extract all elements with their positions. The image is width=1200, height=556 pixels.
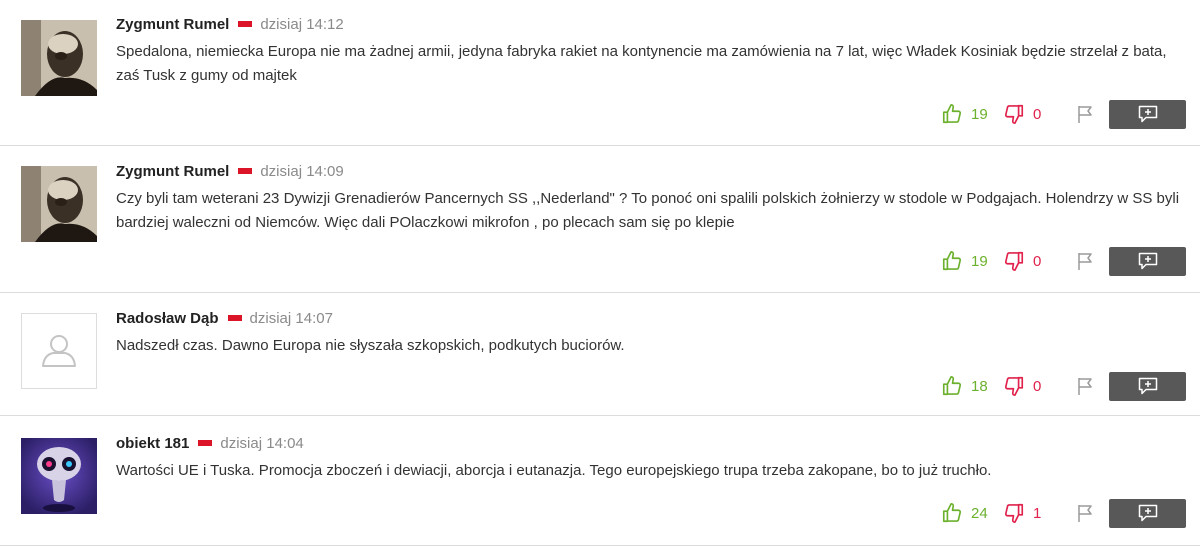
report-button[interactable] [1075, 104, 1109, 124]
author-name[interactable]: Zygmunt Rumel [116, 163, 229, 180]
user-placeholder-icon [22, 314, 96, 388]
author-name[interactable]: Radosław Dąb [116, 310, 219, 327]
dislike-count: 1 [1033, 504, 1042, 522]
flag-icon [1078, 106, 1092, 123]
comment-time: dzisiaj 14:07 [249, 310, 333, 327]
flag-icon [1078, 378, 1092, 395]
poland-flag-icon [238, 21, 253, 28]
dislike-button[interactable]: 0 [1003, 250, 1075, 272]
report-button[interactable] [1075, 376, 1109, 396]
comment-actions: 19 0 [941, 246, 1186, 276]
comment-meta: obiekt 181 dzisiaj 14:04 [116, 435, 304, 453]
comment-meta: Zygmunt Rumel dzisiaj 14:12 [116, 16, 344, 34]
dislike-button[interactable]: 1 [1003, 502, 1075, 524]
comment-meta: Radosław Dąb dzisiaj 14:07 [116, 310, 333, 328]
comment-text: Czy byli tam weterani 23 Dywizji Grenadi… [116, 190, 1180, 231]
report-button[interactable] [1075, 503, 1109, 523]
comment-text: Nadszedł czas. Dawno Europa nie słyszała… [116, 337, 625, 354]
thumbs-down-icon [1004, 503, 1024, 523]
thumbs-down-icon [1004, 251, 1024, 271]
comment-meta: Zygmunt Rumel dzisiaj 14:09 [116, 163, 344, 181]
like-count: 24 [971, 504, 988, 522]
reply-plus-icon [1138, 252, 1157, 270]
flag-icon [1078, 253, 1092, 270]
poland-flag-icon [227, 315, 242, 322]
avatar[interactable] [21, 166, 97, 242]
like-count: 19 [971, 105, 988, 123]
reply-button[interactable] [1109, 371, 1186, 401]
like-button[interactable]: 19 [941, 250, 1003, 272]
dislike-count: 0 [1033, 377, 1042, 395]
reply-plus-icon [1138, 105, 1157, 123]
avatar[interactable] [21, 20, 97, 96]
reply-button[interactable] [1109, 99, 1186, 129]
comment-time: dzisiaj 14:09 [260, 163, 344, 180]
comment-text: Spedalona, niemiecka Europa nie ma żadne… [116, 43, 1167, 84]
author-name[interactable]: obiekt 181 [116, 435, 189, 452]
dislike-count: 0 [1033, 252, 1042, 270]
poland-flag-icon [238, 168, 253, 175]
comment-actions: 19 0 [941, 99, 1186, 129]
like-button[interactable]: 18 [941, 375, 1003, 397]
reply-button[interactable] [1109, 498, 1186, 528]
author-name[interactable]: Zygmunt Rumel [116, 16, 229, 33]
poland-flag-icon [198, 440, 213, 447]
reply-plus-icon [1138, 504, 1157, 522]
thumbs-down-icon [1004, 104, 1024, 124]
like-button[interactable]: 19 [941, 103, 1003, 125]
like-count: 19 [971, 252, 988, 270]
thumbs-up-icon [942, 104, 962, 124]
comment: Zygmunt Rumel dzisiaj 14:12 Spedalona, ni… [0, 0, 1200, 146]
dislike-button[interactable]: 0 [1003, 103, 1075, 125]
comment: obiekt 181 dzisiaj 14:04 Wartości UE i Tu… [0, 416, 1200, 546]
reply-plus-icon [1138, 377, 1157, 395]
like-button[interactable]: 24 [941, 502, 1003, 524]
thumbs-up-icon [942, 503, 962, 523]
comment-actions: 24 1 [941, 498, 1186, 528]
comment-actions: 18 0 [941, 371, 1186, 401]
comment-time: dzisiaj 14:12 [260, 16, 344, 33]
comment: Radosław Dąb dzisiaj 14:07 Nadszedł czas.… [0, 293, 1200, 416]
like-count: 18 [971, 377, 988, 395]
comment-time: dzisiaj 14:04 [220, 435, 304, 452]
report-button[interactable] [1075, 251, 1109, 271]
avatar[interactable] [21, 438, 97, 514]
avatar[interactable] [21, 313, 97, 389]
comment: Zygmunt Rumel dzisiaj 14:09 Czy byli tam … [0, 146, 1200, 293]
thumbs-up-icon [942, 251, 962, 271]
reply-button[interactable] [1109, 246, 1186, 276]
dislike-button[interactable]: 0 [1003, 375, 1075, 397]
dislike-count: 0 [1033, 105, 1042, 123]
comment-text: Wartości UE i Tuska. Promocja zboczeń i … [116, 462, 992, 479]
thumbs-down-icon [1004, 376, 1024, 396]
flag-icon [1078, 505, 1092, 522]
thumbs-up-icon [942, 376, 962, 396]
